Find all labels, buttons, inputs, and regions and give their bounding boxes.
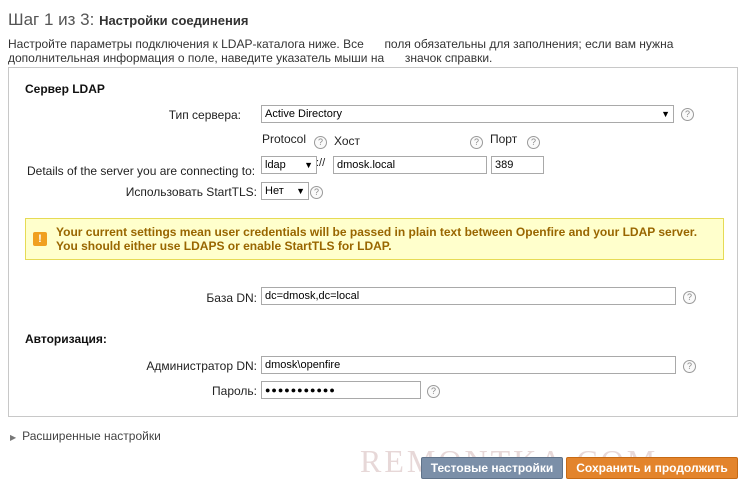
help-icon[interactable]: ? — [527, 136, 540, 149]
help-icon[interactable]: ? — [314, 136, 327, 149]
help-icon[interactable]: ? — [683, 360, 696, 373]
warning-text-line-1: Your current settings mean user credenti… — [56, 225, 698, 239]
step-title: Настройки соединения — [99, 13, 249, 28]
intro-text: Настройте параметры подключения к LDAP-к… — [8, 37, 688, 65]
admin-dn-label: Администратор DN: — [146, 359, 257, 373]
triangle-right-icon: ▶ — [10, 433, 17, 442]
warning-text: Your current settings mean user credenti… — [56, 225, 716, 253]
chevron-down-icon: ▼ — [661, 109, 670, 119]
warning-text-line-2: You should either use LDAPS or enable St… — [56, 239, 392, 253]
save-and-continue-button[interactable]: Сохранить и продолжить — [566, 457, 738, 479]
starttls-select[interactable]: Нет ▼ — [261, 182, 309, 200]
port-column-label: Порт — [490, 132, 518, 146]
advanced-settings-label: Расширенные настройки — [22, 429, 161, 443]
chevron-down-icon: ▼ — [304, 160, 313, 170]
server-details-label: Details of the server you are connecting… — [27, 164, 256, 178]
help-icon[interactable]: ? — [683, 291, 696, 304]
help-icon[interactable]: ? — [310, 186, 323, 199]
warning-icon: ! — [33, 232, 47, 246]
base-dn-label: База DN: — [206, 291, 257, 305]
ldap-settings-panel: Сервер LDAP Тип сервера: Active Director… — [8, 67, 738, 417]
server-type-label: Тип сервера: — [168, 108, 241, 122]
protocol-column-label: Protocol — [262, 132, 307, 146]
server-type-value: Active Directory — [265, 108, 343, 120]
chevron-down-icon: ▼ — [296, 186, 305, 196]
admin-dn-input[interactable]: dmosk\openfire — [261, 356, 676, 374]
help-icon[interactable]: ? — [470, 136, 483, 149]
password-label: Пароль: — [212, 384, 257, 398]
protocol-value: ldap — [265, 159, 286, 171]
password-input[interactable]: ●●●●●●●●●●● — [261, 381, 421, 399]
port-input[interactable]: 389 — [491, 156, 544, 174]
intro-line-3: дополнительная информация о поле, наведи… — [8, 51, 385, 65]
host-column-label: Хост — [334, 134, 361, 148]
protocol-select[interactable]: ldap ▼ — [261, 156, 317, 174]
intro-line-1: Настройте параметры подключения к LDAP-к… — [8, 37, 364, 51]
section-heading-ldap-server: Сервер LDAP — [25, 82, 105, 96]
test-settings-button[interactable]: Тестовые настройки — [421, 457, 563, 479]
help-icon[interactable]: ? — [427, 385, 440, 398]
intro-line-2: поля обязательны для заполнения; если ва… — [384, 37, 674, 51]
page-title: Шаг 1 из 3: Настройки соединения — [8, 10, 248, 30]
help-icon[interactable]: ? — [681, 108, 694, 121]
server-type-select[interactable]: Active Directory ▼ — [261, 105, 674, 123]
starttls-label: Использовать StartTLS: — [125, 185, 257, 199]
starttls-value: Нет — [265, 185, 284, 197]
warning-message: ! Your current settings mean user creden… — [25, 218, 724, 260]
base-dn-input[interactable]: dc=dmosk,dc=local — [261, 287, 676, 305]
section-heading-authorization: Авторизация: — [25, 332, 107, 346]
step-indicator: Шаг 1 из 3: — [8, 10, 95, 29]
advanced-settings-toggle[interactable]: ▶ Расширенные настройки — [10, 429, 161, 443]
protocol-separator: :// — [316, 157, 326, 169]
intro-line-4: значок справки. — [404, 51, 493, 65]
host-input[interactable]: dmosk.local — [333, 156, 487, 174]
